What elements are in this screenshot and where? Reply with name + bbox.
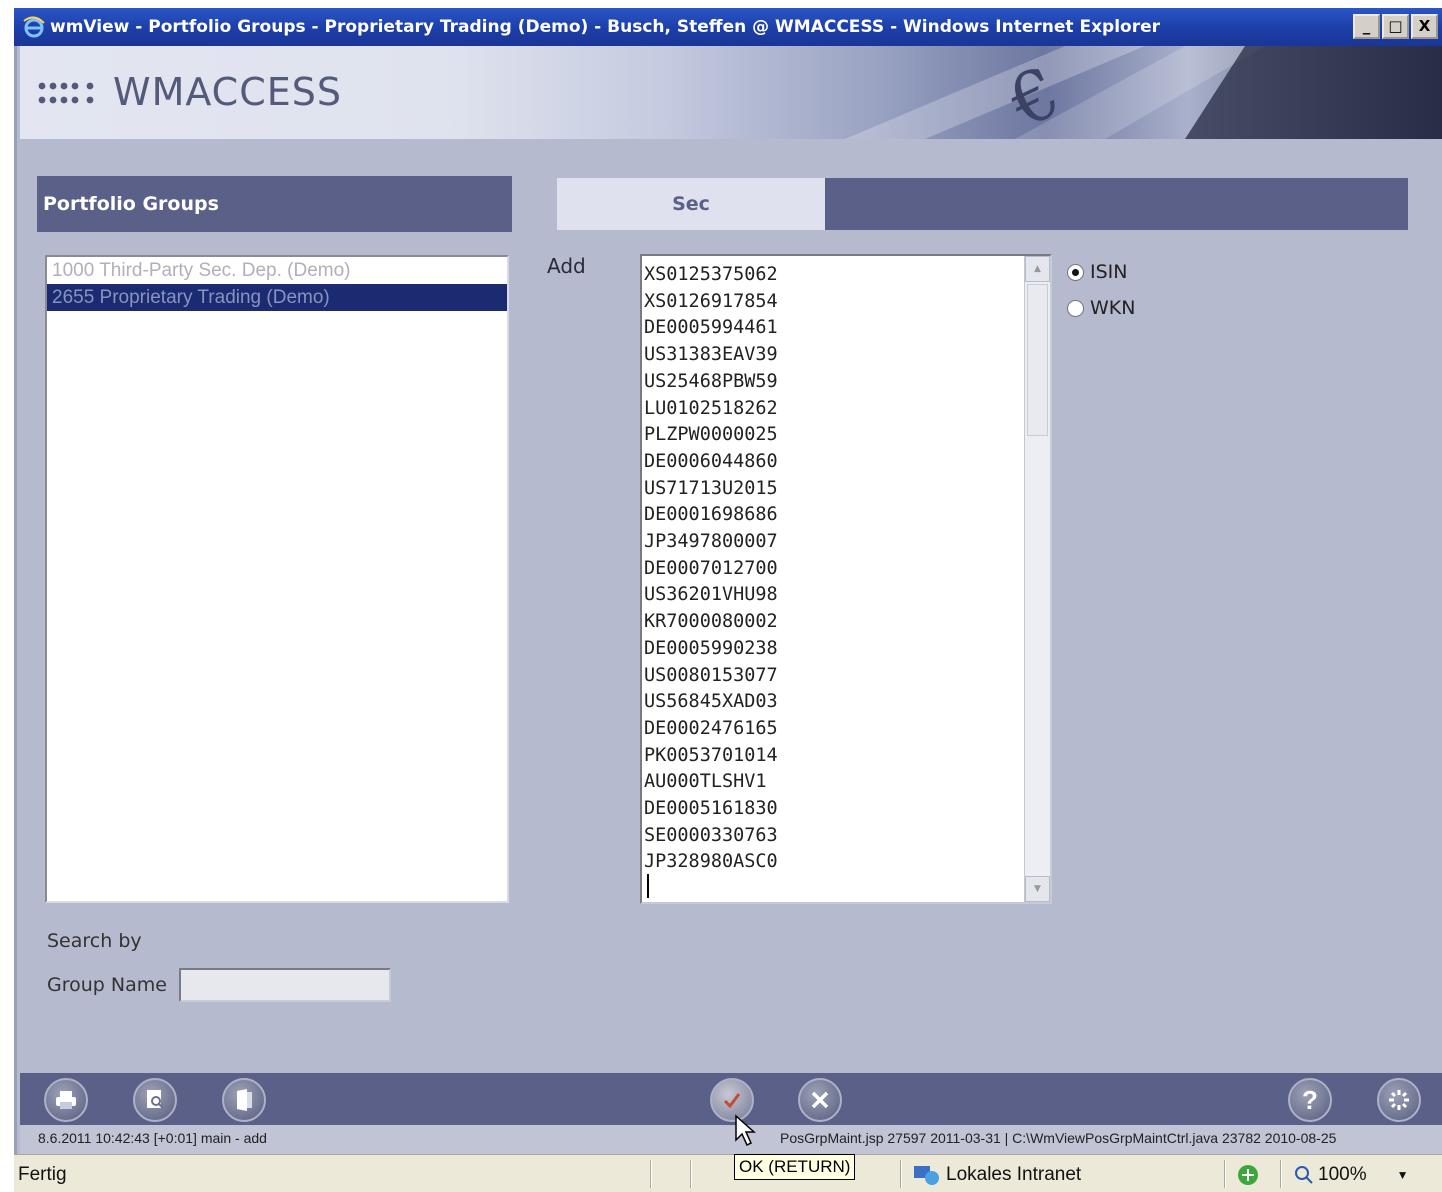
security-line: PK0053701014 — [644, 744, 778, 766]
add-label: Add — [547, 254, 586, 278]
status-divider — [1224, 1160, 1226, 1188]
svg-text:?: ? — [1302, 1087, 1318, 1113]
group-name-input[interactable] — [179, 968, 391, 1002]
intranet-zone-icon — [914, 1166, 939, 1185]
radio-isin[interactable]: ISIN — [1067, 261, 1127, 283]
list-item[interactable]: 1000 Third-Party Sec. Dep. (Demo) — [47, 257, 507, 284]
security-line: KR7000080002 — [644, 611, 778, 633]
security-line: US71713U2015 — [644, 477, 778, 499]
security-line: DE0006044860 — [644, 450, 778, 472]
close-button[interactable]: X — [1411, 14, 1438, 39]
scroll-thumb[interactable] — [1027, 284, 1048, 436]
security-zone-label: Lokales Intranet — [946, 1164, 1082, 1185]
print-button[interactable] — [44, 1078, 88, 1122]
portfolio-group-list[interactable]: 1000 Third-Party Sec. Dep. (Demo) 2655 P… — [45, 255, 509, 903]
search-by-label: Search by — [47, 930, 142, 952]
radio-wkn-label: WKN — [1090, 297, 1136, 319]
security-line: JP328980ASC0 — [644, 851, 778, 873]
app-frame: € WMACCESS Portfolio Groups 1000 Third-P… — [14, 46, 1442, 1154]
banner-decoration: € — [845, 46, 1442, 139]
window-title: wmView - Portfolio Groups - Proprietary … — [50, 17, 1161, 37]
group-name-label: Group Name — [47, 974, 167, 996]
text-caret — [647, 874, 649, 898]
maximize-button[interactable]: □ — [1382, 14, 1409, 39]
security-line: DE0005990238 — [644, 637, 778, 659]
security-zone[interactable]: Lokales Intranet — [912, 1164, 1081, 1186]
security-line: DE0005161830 — [644, 798, 778, 820]
security-line: US25468PBW59 — [644, 370, 778, 392]
cancel-icon — [811, 1091, 829, 1109]
status-divider — [690, 1160, 692, 1188]
security-line: DE0001698686 — [644, 504, 778, 526]
status-left: 8.6.2011 10:42:43 [+0:01] main - add — [38, 1130, 267, 1146]
mouse-cursor-icon — [735, 1114, 756, 1147]
security-line: US0080153077 — [644, 664, 778, 686]
zoom-dropdown-icon[interactable]: ▼ — [1397, 1168, 1409, 1182]
minimize-button[interactable]: _ — [1353, 14, 1380, 39]
settings-icon — [1389, 1090, 1409, 1110]
window-titlebar: wmView - Portfolio Groups - Proprietary … — [14, 8, 1442, 46]
export-icon — [237, 1089, 252, 1111]
radio-isin-label: ISIN — [1090, 261, 1128, 283]
scroll-down-button[interactable]: ▼ — [1025, 876, 1050, 902]
securities-list: XS0125375062 XS0126917854 DE0005994461 US31… — [644, 262, 778, 876]
securities-textarea[interactable]: XS0125375062 XS0126917854 DE0005994461 US31… — [640, 254, 1052, 904]
print-icon — [56, 1091, 76, 1109]
list-item-selected[interactable]: 2655 Proprietary Trading (Demo) — [47, 284, 507, 311]
security-line: US31383EAV39 — [644, 344, 778, 366]
internet-explorer-icon — [23, 16, 45, 38]
security-line: XS0125375062 — [644, 264, 778, 285]
radio-wkn[interactable]: WKN — [1067, 297, 1135, 319]
security-line: US36201VHU98 — [644, 584, 778, 606]
bottom-toolbar: ? — [20, 1073, 1442, 1125]
zoom-level: 100% — [1318, 1164, 1367, 1185]
help-button[interactable]: ? — [1288, 1078, 1332, 1122]
tab-sec[interactable]: Sec — [557, 178, 825, 230]
zoom-control[interactable]: 100% ▼ — [1294, 1164, 1409, 1186]
brand-logo-text: WMACCESS — [113, 70, 343, 114]
status-divider — [1280, 1160, 1282, 1188]
cancel-button[interactable] — [798, 1078, 842, 1122]
export-button[interactable] — [222, 1078, 266, 1122]
window-controls: _ □ X — [1353, 14, 1438, 39]
security-line: SE0000330763 — [644, 824, 778, 846]
portfolio-groups-header: Portfolio Groups — [37, 176, 512, 232]
scroll-up-button[interactable]: ▲ — [1025, 256, 1050, 282]
browser-status-bar: Fertig Lokales Intranet 100% ▼ — [14, 1154, 1442, 1192]
security-line: XS0126917854 — [644, 290, 778, 312]
status-divider — [650, 1160, 652, 1188]
security-line: AU000TLSHV1 — [644, 771, 767, 793]
status-divider — [900, 1160, 902, 1188]
brand-banner: € WMACCESS — [20, 46, 1442, 139]
radio-button-unchecked[interactable] — [1067, 299, 1084, 317]
ok-icon — [723, 1093, 741, 1109]
security-line: DE0005994461 — [644, 317, 778, 339]
radio-button-checked[interactable] — [1067, 263, 1084, 281]
settings-button[interactable] — [1377, 1078, 1421, 1122]
protected-mode-icon[interactable] — [1236, 1163, 1260, 1187]
security-line: DE0007012700 — [644, 557, 778, 579]
security-line: US56845XAD03 — [644, 691, 778, 713]
logo-mark-icon — [38, 82, 94, 104]
security-line: DE0002476165 — [644, 717, 778, 739]
security-line: JP3497800007 — [644, 531, 778, 553]
tab-bar: Sec — [557, 178, 1408, 230]
help-icon: ? — [1302, 1087, 1318, 1113]
browser-status-text: Fertig — [18, 1164, 67, 1185]
security-line: LU0102518262 — [644, 397, 778, 419]
security-line: PLZPW0000025 — [644, 424, 778, 446]
preview-icon — [147, 1090, 164, 1109]
status-right: PosGrpMaint.jsp 27597 2011-03-31 | C:\Wm… — [780, 1130, 1337, 1146]
zoom-icon — [1295, 1166, 1313, 1184]
app-status-line: 8.6.2011 10:42:43 [+0:01] main - add Pos… — [20, 1125, 1442, 1154]
vertical-scrollbar[interactable]: ▲ ▼ — [1024, 256, 1050, 902]
preview-button[interactable] — [133, 1078, 177, 1122]
portfolio-groups-title: Portfolio Groups — [43, 193, 219, 215]
ok-tooltip: OK (RETURN) — [734, 1154, 856, 1180]
